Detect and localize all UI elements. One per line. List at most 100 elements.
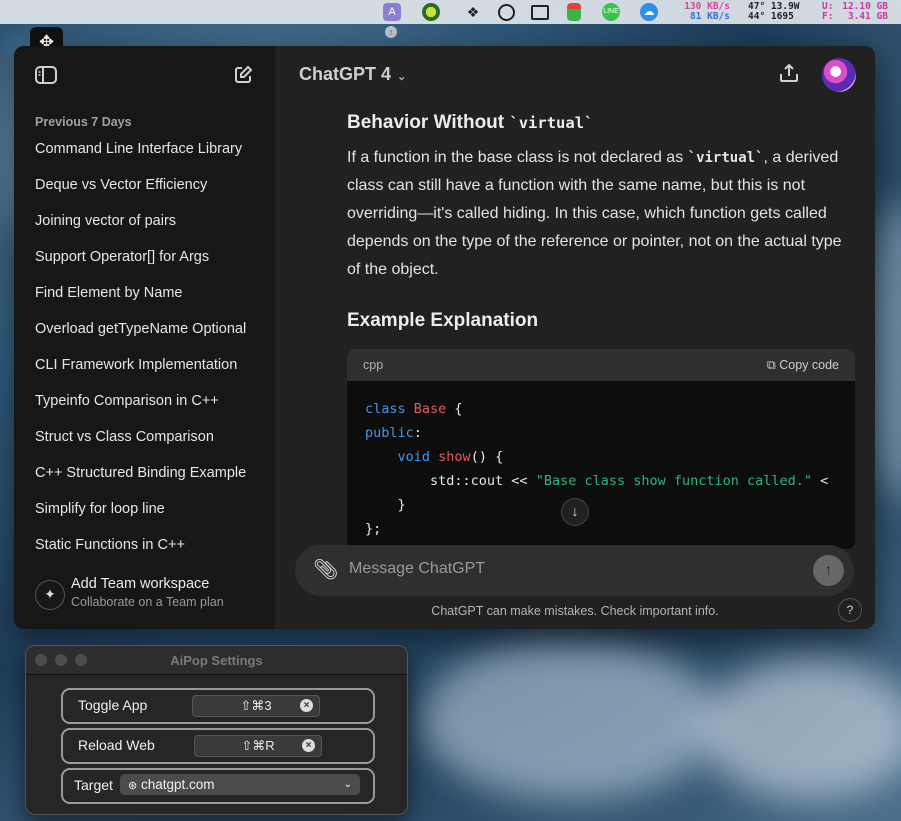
sparkle-icon: ✦ — [35, 580, 65, 610]
toggle-app-key: ⇧⌘3 — [240, 698, 272, 713]
add-team-workspace-button[interactable]: ✦ Add Team workspace Collaborate on a Te… — [35, 576, 265, 618]
aipop-settings-window: AiPop Settings Toggle App ⇧⌘3 × Reload W… — [25, 645, 408, 815]
history-section-title: Previous 7 Days — [35, 115, 132, 129]
chat-history-list: Command Line Interface Library Deque vs … — [35, 136, 267, 568]
memory-bars-icon[interactable] — [567, 3, 581, 21]
chat-history-item[interactable]: Typeinfo Comparison in C++ — [35, 388, 267, 424]
avatar[interactable] — [822, 58, 856, 92]
heading-text: Behavior Without — [347, 112, 510, 133]
chat-history-item[interactable]: Simplify for loop line — [35, 496, 267, 532]
toggle-app-label: Toggle App — [78, 697, 148, 713]
chevron-down-icon: ⌄ — [343, 779, 352, 790]
wallpaper-cloud — [700, 660, 901, 800]
copy-code-button[interactable]: ⧉ Copy code — [767, 358, 839, 373]
code-line: std::cout << "Base class show function c… — [365, 469, 837, 493]
copy-icon: ⧉ — [766, 358, 776, 372]
share-icon — [780, 63, 798, 82]
menu-bar: A ❖ LINE ☁ 130 KB/s 81 KB/s 47° 13.9W 44… — [0, 0, 901, 24]
cloud-sync-icon[interactable]: ☁ — [640, 3, 658, 21]
send-button[interactable]: ↑ — [813, 555, 844, 586]
fan-speed: 1695 — [770, 11, 794, 22]
code-language: cpp — [363, 358, 384, 372]
toggle-app-shortcut[interactable]: ⇧⌘3 × — [192, 695, 320, 717]
model-name: ChatGPT 4 — [299, 64, 392, 84]
pin-indicator-icon[interactable]: ↑ — [385, 26, 397, 38]
clock-icon[interactable] — [498, 4, 515, 21]
sidebar-icon — [35, 66, 57, 84]
target-select[interactable]: ⊛ chatgpt.com ⌄ — [120, 774, 360, 795]
chat-history-item[interactable]: CLI Framework Implementation — [35, 352, 267, 388]
target-value: chatgpt.com — [140, 777, 215, 792]
reload-web-key: ⇧⌘R — [241, 738, 275, 753]
help-button[interactable]: ? — [838, 598, 862, 622]
code-header: cpp ⧉ Copy code — [347, 349, 855, 381]
window-icon[interactable] — [531, 5, 549, 20]
dropbox-icon[interactable]: ❖ — [464, 3, 482, 21]
code-token: } — [365, 497, 406, 513]
chatgpt-window: Previous 7 Days Command Line Interface L… — [14, 46, 875, 629]
network-speed: 130 KB/s 81 KB/s — [672, 2, 730, 22]
chat-main: ChatGPT 4 ⌄ Behavior Without `virtual` If… — [275, 46, 875, 629]
code-token: public — [365, 425, 414, 441]
aipop-menu-icon[interactable]: A — [383, 3, 401, 21]
code-token: Base — [413, 401, 447, 417]
clear-shortcut-icon[interactable]: × — [302, 739, 315, 752]
mem-free-label: F: — [822, 11, 834, 22]
chat-history-item[interactable]: Static Functions in C++ — [35, 532, 267, 568]
clear-shortcut-icon[interactable]: × — [300, 699, 313, 712]
sensor-stats: 47° 13.9W 44° 1695 — [748, 2, 810, 22]
code-line: }; — [365, 517, 837, 541]
team-title: Add Team workspace — [71, 576, 210, 592]
line-icon[interactable]: LINE — [602, 3, 620, 21]
attach-icon[interactable]: 📎︎ — [313, 557, 338, 582]
code-line: public: — [365, 421, 837, 445]
chat-history-item[interactable]: C++ Structured Binding Example — [35, 460, 267, 496]
code-token: : — [413, 425, 422, 441]
chat-history-item[interactable]: Deque vs Vector Efficiency — [35, 172, 267, 208]
code-token: std::cout << — [365, 473, 536, 489]
aipop-title: AiPop Settings — [170, 653, 263, 668]
arrow-up-icon: ↑ — [824, 562, 833, 579]
chevron-down-icon: ⌄ — [397, 71, 407, 83]
chat-history-item[interactable]: Support Operator[] for Args — [35, 244, 267, 280]
code-token: { — [446, 401, 463, 417]
target-row: Target ⊛ chatgpt.com ⌄ — [61, 768, 375, 804]
paragraph-text: If a function in the base class is not d… — [347, 149, 688, 166]
scroll-down-button[interactable]: ↓ — [561, 498, 589, 526]
chat-history-item[interactable]: Struct vs Class Comparison — [35, 424, 267, 460]
app-status-icon[interactable] — [422, 3, 440, 21]
message-input[interactable] — [347, 559, 791, 579]
chat-history-item[interactable]: Find Element by Name — [35, 280, 267, 316]
aipop-titlebar: AiPop Settings — [26, 646, 407, 675]
temp-2: 44° — [748, 11, 766, 22]
net-down: 81 KB/s — [689, 11, 730, 22]
chat-history-item[interactable]: Command Line Interface Library — [35, 136, 267, 172]
disclaimer: ChatGPT can make mistakes. Check importa… — [431, 604, 719, 618]
code-line: class Base { — [365, 397, 837, 421]
toggle-sidebar-button[interactable] — [33, 62, 59, 88]
heading-behavior: Behavior Without `virtual` — [347, 112, 855, 134]
model-selector[interactable]: ChatGPT 4 ⌄ — [299, 64, 406, 85]
code-block: cpp ⧉ Copy code class Base {public: void… — [347, 349, 855, 549]
toggle-app-row: Toggle App ⇧⌘3 × — [61, 688, 375, 724]
chat-history-item[interactable]: Joining vector of pairs — [35, 208, 267, 244]
heading-code: `virtual` — [509, 114, 594, 132]
reload-web-shortcut[interactable]: ⇧⌘R × — [194, 735, 322, 757]
code-token: "Base class show function called." — [535, 473, 813, 489]
code-content: class Base {public: void show() { std::c… — [347, 381, 855, 549]
reload-web-label: Reload Web — [78, 737, 155, 753]
code-line: } — [365, 493, 837, 517]
share-button[interactable] — [778, 62, 804, 88]
new-chat-button[interactable] — [230, 62, 256, 88]
inline-code: `virtual` — [687, 150, 764, 166]
heading-example: Example Explanation — [347, 310, 539, 331]
wallpaper-cloud — [420, 640, 720, 800]
composer: 📎︎ ↑ — [295, 545, 854, 596]
team-subtitle: Collaborate on a Team plan — [71, 595, 224, 609]
chat-history-item[interactable]: Overload getTypeName Optional — [35, 316, 267, 352]
sidebar: Previous 7 Days Command Line Interface L… — [14, 46, 275, 629]
paragraph: If a function in the base class is not d… — [347, 144, 855, 284]
code-token: class — [365, 401, 406, 417]
